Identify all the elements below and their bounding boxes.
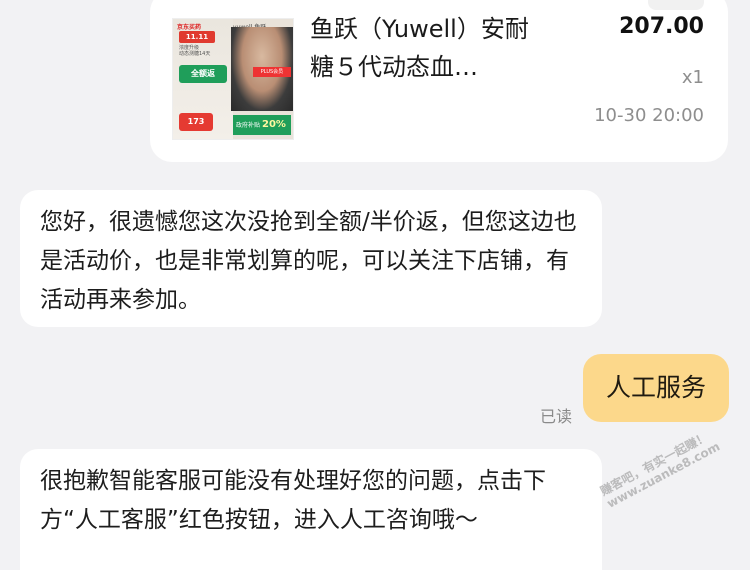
chat-window: 京东买药 yuwell 鱼跃 11.11 浓度升级 动态测糖14天 全额返 17… xyxy=(0,0,750,570)
card-top-tab xyxy=(648,0,704,10)
product-title[interactable]: 鱼跃（Yuwell）安耐糖５代动态血… xyxy=(310,10,540,86)
agent-message-bubble-2[interactable]: 很抱歉智能客服可能没有处理好您的问题，点击下方“人工客服”红色按钮，进入人工咨询… xyxy=(20,449,602,570)
product-quantity: x1 xyxy=(681,67,704,88)
thumbnail-promo-badge: 11.11 xyxy=(179,31,215,43)
user-message-bubble[interactable]: 人工服务 xyxy=(583,354,729,422)
thumbnail-subsidy-value: 20% xyxy=(262,119,286,130)
thumbnail-feature-line-2: 动态测糖14天 xyxy=(179,51,211,57)
thumbnail-subsidy-label: 政府补贴 xyxy=(236,122,261,129)
thumbnail-feature-text: 浓度升级 动态测糖14天 xyxy=(179,45,227,65)
thumbnail-price-tag: 173 xyxy=(179,113,213,131)
product-price: 207.00 xyxy=(619,14,704,39)
read-status-label: 已读 xyxy=(540,407,573,426)
order-card[interactable]: 京东买药 yuwell 鱼跃 11.11 浓度升级 动态测糖14天 全额返 17… xyxy=(150,0,728,162)
agent-message-bubble[interactable]: 您好，很遗憾您这次没抢到全额/半价返，但您这边也是活动价，也是非常划算的呢，可以… xyxy=(20,190,602,327)
thumbnail-subsidy-badge: 政府补贴 20% xyxy=(233,115,291,135)
thumbnail-plus-badge: PLUS会员 xyxy=(253,67,291,77)
watermark-line-2: www.zuanke8.com xyxy=(604,439,723,511)
thumbnail-brand: 京东买药 xyxy=(177,24,202,31)
thumbnail-refund-badge: 全额返 xyxy=(179,65,227,83)
product-thumbnail[interactable]: 京东买药 yuwell 鱼跃 11.11 浓度升级 动态测糖14天 全额返 17… xyxy=(172,18,294,140)
order-timestamp: 10-30 20:00 xyxy=(594,105,704,126)
